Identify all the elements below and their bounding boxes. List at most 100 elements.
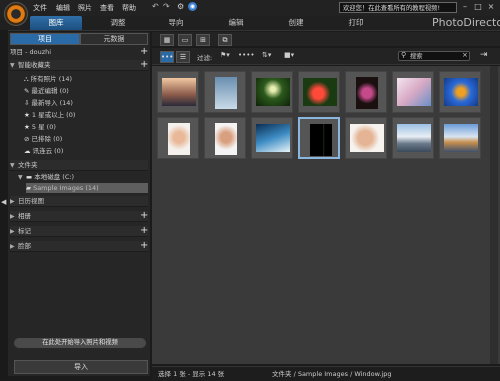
compare-icon[interactable]: ⊞ <box>196 34 210 46</box>
photo-thumbnail[interactable] <box>251 117 293 159</box>
photo-thumbnail[interactable] <box>439 71 481 113</box>
tags-header[interactable]: ▶ 标记 <box>10 226 148 237</box>
thumb-sunset-sky <box>162 78 196 106</box>
calendar-label: 日历视图 <box>18 197 44 205</box>
undo-icon[interactable]: ↶ <box>152 2 159 11</box>
sample-images-folder[interactable]: ▰ Sample Images (14) <box>26 183 148 193</box>
tab-project[interactable]: 项目 <box>10 33 80 45</box>
collection-five-star[interactable]: ★ 5 星 (0) <box>24 122 56 132</box>
brand-name: PhotoDirector <box>432 16 500 29</box>
menu-help[interactable]: 帮助 <box>122 3 136 13</box>
local-disk-label: 本地磁盘 (C:) <box>34 173 75 181</box>
menu-edit[interactable]: 编辑 <box>56 3 70 13</box>
sort-icon[interactable]: ⇅▾ <box>262 51 271 59</box>
add-face-icon[interactable]: + <box>140 241 148 251</box>
photo-thumbnail[interactable] <box>345 71 387 113</box>
search-input[interactable]: 搜索 <box>398 51 470 61</box>
photo-thumbnail[interactable] <box>204 117 246 159</box>
photo-thumbnail[interactable] <box>251 71 293 113</box>
photo-thumbnail[interactable] <box>298 117 340 159</box>
faces-label: 脸部 <box>18 242 31 250</box>
thumb-woman-hat <box>168 123 190 155</box>
search-icon: ⚲ <box>401 51 407 59</box>
collection-latest-import[interactable]: ⇩ 最新导入 (14) <box>24 98 73 108</box>
calendar-view-header[interactable]: ▶ 日历视图 <box>10 196 148 207</box>
tab-edit[interactable]: 编辑 <box>210 16 262 30</box>
screen-icon[interactable]: ⧉ <box>218 34 232 46</box>
smart-collections-header[interactable]: ▼ 智能收藏夹 <box>10 60 148 71</box>
thumb-panorama-road <box>397 124 431 152</box>
add-album-icon[interactable]: + <box>140 211 148 221</box>
import-hint-tooltip: 在此处开始导入照片和视频 <box>14 338 146 348</box>
grid-view-icon[interactable]: ▦ <box>160 34 174 46</box>
maximize-icon[interactable]: □ <box>473 2 483 12</box>
thumbnail-size-small-icon[interactable]: ••• <box>160 51 174 63</box>
photo-thumbnail[interactable] <box>157 117 199 159</box>
welcome-tutorial-banner[interactable]: 欢迎您！在此查看所有的教程视频! <box>339 2 457 13</box>
import-button[interactable]: 导入 <box>14 360 148 374</box>
selection-status: 选择 1 张 - 显示 14 张 <box>158 370 225 378</box>
collection-one-star[interactable]: ★ 1 星或以上 (0) <box>24 110 75 120</box>
viewer-icon[interactable]: ▭ <box>178 34 192 46</box>
redo-icon[interactable]: ↷ <box>163 2 170 11</box>
rating-dots-icon[interactable]: •••• <box>238 51 255 59</box>
tab-create[interactable]: 创建 <box>270 16 322 30</box>
photo-thumbnail[interactable] <box>392 117 434 159</box>
photo-thumbnail[interactable] <box>157 71 199 113</box>
grid-scrollbar[interactable] <box>490 66 498 364</box>
filter-flags-icon[interactable]: ⚑▾ <box>220 51 230 59</box>
tab-print[interactable]: 打印 <box>330 16 382 30</box>
add-tag-icon[interactable]: + <box>140 226 148 236</box>
tab-adjust[interactable]: 调整 <box>92 16 144 30</box>
tab-metadata[interactable]: 元数据 <box>80 33 148 45</box>
thumbnail-size-list-icon[interactable]: ☰ <box>176 51 190 63</box>
cloud-icon: ☁ <box>24 147 33 155</box>
photo-thumbnail[interactable] <box>392 71 434 113</box>
tab-guided[interactable]: 导向 <box>150 16 202 30</box>
app-logo-icon <box>4 2 28 26</box>
folders-header[interactable]: ▼ 文件夹 <box>10 160 148 171</box>
settings-gear-icon[interactable]: ⚙ <box>177 2 184 11</box>
recent-edit-icon: ✎ <box>24 87 32 95</box>
faces-header[interactable]: ▶ 脸部 <box>10 241 148 252</box>
collection-cyberlink-cloud[interactable]: ☁ 讯连云 (0) <box>24 146 63 156</box>
menu-file[interactable]: 文件 <box>33 3 47 13</box>
label-filter-icon[interactable]: ■▾ <box>284 51 294 59</box>
collection-excluded[interactable]: ⊘ 已排除 (0) <box>24 134 62 144</box>
photo-thumbnail[interactable] <box>204 71 246 113</box>
disk-icon: ▬ <box>26 173 35 181</box>
collapse-arrow-icon: ▼ <box>10 162 15 169</box>
thumb-dark-flower <box>356 77 378 109</box>
thumb-wave <box>256 124 290 152</box>
import-icon: ⇩ <box>24 99 32 107</box>
collapse-arrow-icon: ▼ <box>10 62 15 69</box>
collection-label: 已排除 (0) <box>31 135 63 143</box>
collection-all-photos[interactable]: ⛬ 所有照片 (14) <box>24 74 72 84</box>
smart-collections-label: 智能收藏夹 <box>18 61 51 69</box>
albums-header[interactable]: ▶ 相册 <box>10 211 148 222</box>
cloud-icon[interactable]: ◉ <box>188 2 197 11</box>
menu-photo[interactable]: 照片 <box>78 3 92 13</box>
collection-label: 5 星 (0) <box>31 123 56 131</box>
tab-library[interactable]: 图库 <box>30 16 82 30</box>
folders-label: 文件夹 <box>18 161 38 169</box>
collection-label: 所有照片 (14) <box>30 75 73 83</box>
thumb-blossoms <box>397 78 431 106</box>
photo-thumbnail[interactable] <box>345 117 387 159</box>
close-icon[interactable]: × <box>486 2 496 12</box>
collapse-left-panel-icon[interactable]: ◀ <box>1 198 6 206</box>
collection-recent-edits[interactable]: ✎ 最近编辑 (0) <box>24 86 69 96</box>
local-disk-item[interactable]: ▼ ▬ 本地磁盘 (C:) <box>18 172 74 182</box>
add-smart-collection-icon[interactable]: + <box>140 60 148 70</box>
expand-arrow-icon: ▶ <box>10 243 15 250</box>
excluded-icon: ⊘ <box>24 135 32 143</box>
photo-thumbnail[interactable] <box>439 117 481 159</box>
clear-search-icon[interactable]: × <box>462 51 468 59</box>
thumb-window <box>310 124 332 156</box>
menu-view[interactable]: 查看 <box>100 3 114 13</box>
add-project-icon[interactable]: + <box>140 47 148 57</box>
thumb-bird <box>444 78 478 106</box>
photo-thumbnail[interactable] <box>298 71 340 113</box>
minimize-icon[interactable]: – <box>460 2 470 12</box>
export-icon[interactable]: ⇥ <box>480 50 488 60</box>
